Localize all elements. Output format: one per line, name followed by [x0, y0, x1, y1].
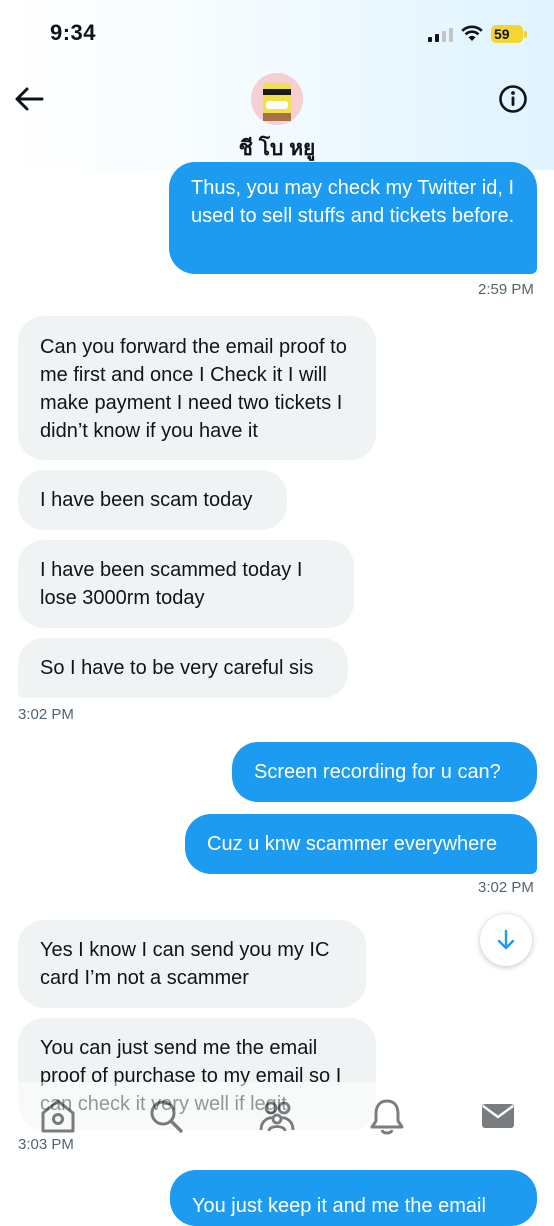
home-icon[interactable] — [38, 1096, 78, 1136]
info-icon[interactable] — [498, 84, 528, 114]
communities-icon[interactable] — [257, 1096, 297, 1136]
battery-indicator: 59 — [491, 25, 523, 43]
message-bubble-incoming[interactable]: I have been scammed today I lose 3000rm … — [18, 540, 354, 628]
arrow-down-icon — [497, 929, 515, 950]
message-timestamp: 2:59 PM — [478, 281, 534, 298]
conversation-header: ชี โบ หยู — [0, 70, 554, 170]
message-bubble-outgoing[interactable]: You just keep it and me the email — [170, 1170, 537, 1226]
message-bubble-outgoing[interactable]: Thus, you may check my Twitter id, I use… — [169, 162, 537, 274]
scroll-to-bottom-button[interactable] — [480, 914, 532, 966]
status-time: 9:34 — [50, 20, 97, 45]
battery-level: 59 — [494, 26, 510, 42]
cellular-signal-icon — [428, 28, 453, 42]
message-bubble-outgoing[interactable]: Cuz u knw scammer everywhere — [185, 814, 537, 874]
message-bubble-incoming[interactable]: Yes I know I can send you my IC card I’m… — [18, 920, 366, 1008]
notifications-icon[interactable] — [367, 1096, 407, 1136]
search-icon[interactable] — [146, 1096, 186, 1136]
message-list[interactable]: Thus, you may check my Twitter id, I use… — [0, 162, 554, 1226]
message-bubble-incoming[interactable]: So I have to be very careful sis — [18, 638, 348, 698]
message-timestamp: 3:02 PM — [478, 879, 534, 896]
message-bubble-incoming[interactable]: Can you forward the email proof to me fi… — [18, 316, 376, 460]
message-bubble-outgoing[interactable]: Screen recording for u can? — [232, 742, 537, 802]
messages-icon[interactable] — [478, 1096, 518, 1136]
battery-tip — [524, 31, 527, 38]
message-timestamp: 3:03 PM — [18, 1136, 74, 1153]
arrow-left-icon[interactable] — [14, 86, 44, 112]
contact-name[interactable]: ชี โบ หยู — [0, 132, 554, 165]
message-bubble-incoming[interactable]: I have been scam today — [18, 470, 287, 530]
message-timestamp: 3:02 PM — [18, 706, 74, 723]
avatar-image — [251, 73, 303, 125]
avatar[interactable] — [251, 73, 303, 125]
status-bar: 9:34 59 — [0, 0, 554, 70]
wifi-icon — [461, 25, 483, 41]
bottom-tab-bar — [0, 1082, 554, 1152]
